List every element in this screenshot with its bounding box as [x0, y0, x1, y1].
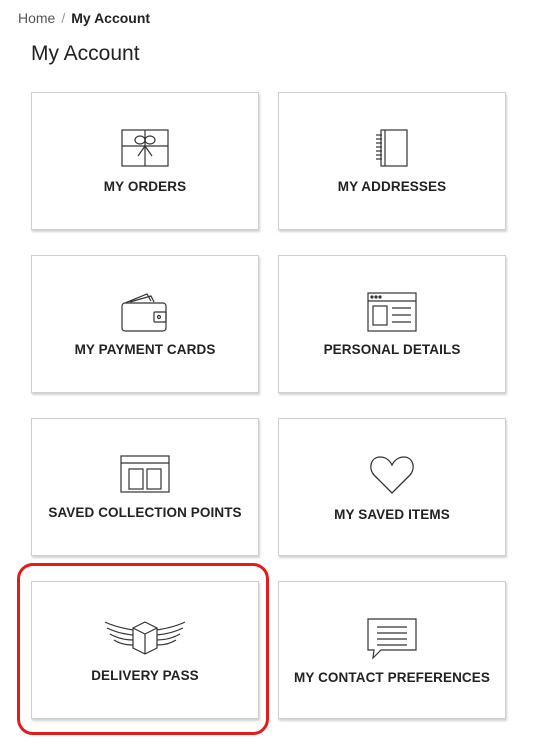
speech-bubble-icon: [279, 618, 505, 660]
tile-label: MY ADDRESSES: [337, 179, 447, 194]
tile-saved-collection-points[interactable]: SAVED COLLECTION POINTS: [31, 418, 259, 556]
tile-my-contact-preferences[interactable]: MY CONTACT PREFERENCES: [278, 581, 506, 719]
breadcrumb-home-link[interactable]: Home: [18, 10, 55, 26]
heart-icon: [279, 455, 505, 495]
tile-label: MY PAYMENT CARDS: [74, 342, 216, 357]
tile-delivery-pass[interactable]: DELIVERY PASS: [31, 581, 259, 719]
tile-my-orders[interactable]: MY ORDERS: [31, 92, 259, 230]
gift-box-icon: [32, 129, 258, 167]
tile-label: PERSONAL DETAILS: [323, 342, 461, 357]
tile-label: MY ORDERS: [103, 179, 187, 194]
tile-my-saved-items[interactable]: MY SAVED ITEMS: [278, 418, 506, 556]
tile-label: DELIVERY PASS: [91, 668, 199, 683]
page-title: My Account: [31, 42, 140, 65]
breadcrumb-separator: /: [61, 10, 66, 26]
profile-window-icon: [279, 292, 505, 332]
tile-label: SAVED COLLECTION POINTS: [48, 505, 242, 520]
tile-label: MY CONTACT PREFERENCES: [294, 670, 490, 685]
tile-label: MY SAVED ITEMS: [334, 507, 450, 522]
tile-my-payment-cards[interactable]: MY PAYMENT CARDS: [31, 255, 259, 393]
breadcrumb: Home / My Account: [18, 10, 150, 26]
breadcrumb-current: My Account: [71, 10, 151, 26]
address-book-icon: [279, 129, 505, 167]
winged-box-icon: [32, 616, 258, 656]
shop-front-icon: [32, 455, 258, 493]
wallet-icon: [32, 292, 258, 332]
tile-personal-details[interactable]: PERSONAL DETAILS: [278, 255, 506, 393]
tile-my-addresses[interactable]: MY ADDRESSES: [278, 92, 506, 230]
